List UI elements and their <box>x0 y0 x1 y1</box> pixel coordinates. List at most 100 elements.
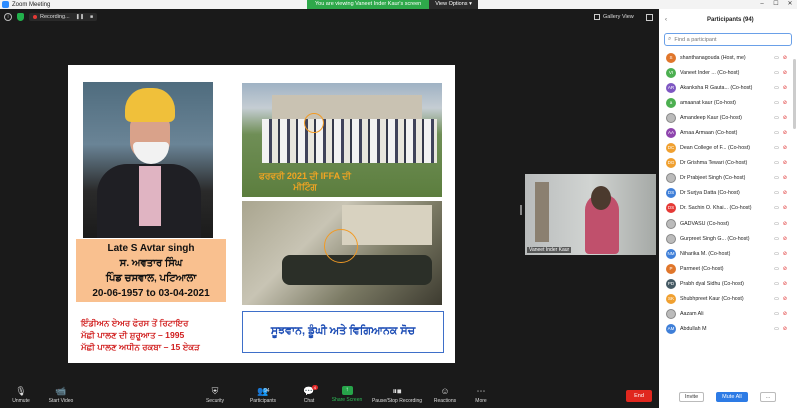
participant-row[interactable]: AA Arnaa Armaan (Co-host) ▭ ⊘ <box>659 125 797 140</box>
participants-panel: ‹ Participants (94) ⌕ Find a participant… <box>659 9 797 408</box>
participant-list: Sshanthanagouda (Host, me) ▭ ⊘ VI Vaneet Ind… <box>659 50 797 337</box>
window-title: Zoom Meeting <box>12 1 51 8</box>
participant-row[interactable]: Amandeep Kaur (Co-host) ▭ ⊘ <box>659 110 797 125</box>
participant-status-icons: ▭ ⊘ <box>774 145 797 151</box>
start-video-button[interactable]: 📹 Start Video <box>44 386 78 404</box>
village-name: ਪਿੰਡ ਚਸਵਾਲ, ਪਟਿਆਲਾ <box>105 273 197 284</box>
chat-button[interactable]: 💬 4 Chat <box>298 385 320 404</box>
zoom-window: Zoom Meeting – ☐ ✕ You are viewing Vanee… <box>0 0 797 408</box>
name-english: Late S Avtar singh <box>107 243 195 254</box>
participant-video-tile[interactable]: Vaneet Inder Kaur <box>525 174 656 255</box>
panel-more-button[interactable]: ... <box>759 392 777 402</box>
participant-row[interactable]: AR Akanksha R Gauta... (Co-host) ▭ ⊘ <box>659 80 797 95</box>
video-status-icon: ▭ <box>774 250 779 257</box>
participant-row[interactable]: Gurpreet Singh G... (Co-host) ▭ ⊘ <box>659 231 797 246</box>
pause-recording-icon[interactable]: ❚❚ <box>76 14 84 20</box>
recording-dot-icon <box>33 15 37 19</box>
participant-row[interactable]: GADVASU (Co-host) ▭ ⊘ <box>659 216 797 231</box>
avatar: AA <box>666 128 676 139</box>
more-button[interactable]: ⋯ More <box>470 386 492 404</box>
participant-name: Dr Grishma Tewari (Co-host) <box>680 160 748 167</box>
unmute-button[interactable]: 🎙 Unmute <box>6 386 36 404</box>
bio-lines: ਇੰਡੀਅਨ ਏਅਰ ਫੋਰਸ ਤੋਂ ਰਿਟਾਇਰ ਮੱਛੀ ਪਾਲਣ ਦੀ … <box>81 317 251 353</box>
video-off-icon: 📹 <box>55 386 67 396</box>
gallery-view-label: Gallery View <box>603 14 634 20</box>
video-status-icon: ▭ <box>774 130 779 137</box>
participant-row[interactable]: Dr Prabjeet Singh (Co-host) ▭ ⊘ <box>659 171 797 186</box>
video-status-icon: ▭ <box>774 145 779 152</box>
reactions-button[interactable]: ☺ Reactions <box>430 386 460 404</box>
participant-row[interactable]: NM Niharika M. (Co-host) ▭ ⊘ <box>659 246 797 261</box>
participant-status-icons: ▭ ⊘ <box>774 326 797 332</box>
security-button[interactable]: ⛨ Security <box>200 386 230 404</box>
video-status-icon: ▭ <box>774 160 779 167</box>
pause-stop-recording-button[interactable]: ⏸⏹ Pause/Stop Recording <box>368 386 426 404</box>
participant-name: Dean College of F... (Co-host) <box>680 145 751 152</box>
participant-search-input[interactable]: ⌕ Find a participant <box>664 33 792 46</box>
avatar <box>666 112 676 123</box>
pause-stop-icon: ⏸⏹ <box>392 386 402 396</box>
mic-muted-icon: ⊘ <box>782 160 787 167</box>
avatar <box>666 233 676 244</box>
participant-row[interactable]: DS Dr Surjya Datta (Co-host) ▭ ⊘ <box>659 186 797 201</box>
panel-splitter-handle[interactable] <box>520 205 522 215</box>
mic-muted-icon: ⊘ <box>782 130 787 137</box>
participant-name: amaanat kaur (Co-host) <box>680 99 736 106</box>
participant-name: Parmeet (Co-host) <box>680 265 724 272</box>
participant-row[interactable]: DS Dr. Sachin O. Khai... (Co-host) ▭ ⊘ <box>659 201 797 216</box>
search-icon: ⌕ <box>668 36 672 42</box>
end-meeting-button[interactable]: End <box>626 390 652 402</box>
participants-icon: 👥 <box>257 386 269 396</box>
share-screen-button[interactable]: ↑ Share Screen <box>330 386 364 403</box>
participant-row[interactable]: Aazam Ali ▭ ⊘ <box>659 307 797 322</box>
stop-recording-icon[interactable]: ■ <box>90 14 93 20</box>
participant-row[interactable]: PD Prabh dyal Sidhu (Co-host) ▭ ⊘ <box>659 276 797 291</box>
bio-line-2: ਮੱਛੀ ਪਾਲਣ ਦੀ ਸ਼ੁਰੂਆਤ – 1995 <box>81 330 185 340</box>
participant-status-icons: ▭ ⊘ <box>774 130 797 136</box>
participant-row[interactable]: VI Vaneet Inder ... (Co-host) ▭ ⊘ <box>659 65 797 80</box>
participant-row[interactable]: AM Abdullah M ▭ ⊘ <box>659 322 797 337</box>
gallery-view-button[interactable]: Gallery View <box>594 14 634 20</box>
viewing-banner: You are viewing Vaneet Inder Kaur's scre… <box>307 0 478 9</box>
microphone-muted-icon: 🎙 <box>15 386 27 396</box>
invite-button[interactable]: Invite <box>679 392 705 402</box>
video-status-icon: ▭ <box>774 84 779 91</box>
view-options-button[interactable]: View Options ▾ <box>429 0 478 9</box>
video-status-icon: ▭ <box>774 114 779 121</box>
encryption-shield-icon[interactable] <box>17 13 24 21</box>
mic-muted-icon: ⊘ <box>782 114 787 121</box>
mute-all-button[interactable]: Mute All <box>716 392 748 402</box>
participant-row[interactable]: P Parmeet (Co-host) ▭ ⊘ <box>659 261 797 276</box>
video-status-icon: ▭ <box>774 280 779 287</box>
mic-muted-icon: ⊘ <box>782 84 787 91</box>
participant-status-icons: ▭ ⊘ <box>774 221 797 227</box>
video-status-icon: ▭ <box>774 326 779 333</box>
participant-row[interactable]: DC Dean College of F... (Co-host) ▭ ⊘ <box>659 141 797 156</box>
participant-status-icons: ▭ ⊘ <box>774 236 797 242</box>
close-icon[interactable]: ✕ <box>783 0 797 9</box>
avatar: a <box>666 97 676 108</box>
collapse-chevron-icon[interactable]: ‹ <box>659 17 673 23</box>
participant-row[interactable]: SK Shubhpreet Kaur (Co-host) ▭ ⊘ <box>659 292 797 307</box>
minimize-icon[interactable]: – <box>755 0 769 9</box>
avatar: DS <box>666 188 676 199</box>
participant-row[interactable]: a amaanat kaur (Co-host) ▭ ⊘ <box>659 95 797 110</box>
mic-muted-icon: ⊘ <box>782 175 787 182</box>
participant-row[interactable]: Sshanthanagouda (Host, me) ▭ ⊘ <box>659 50 797 65</box>
participant-list-scrollbar[interactable] <box>793 59 796 129</box>
participant-row[interactable]: DG Dr Grishma Tewari (Co-host) ▭ ⊘ <box>659 156 797 171</box>
participants-button[interactable]: 👥 94 Participants <box>246 386 280 404</box>
fullscreen-icon[interactable] <box>646 14 653 21</box>
avatar: AM <box>666 324 676 335</box>
mic-muted-icon: ⊘ <box>782 205 787 212</box>
info-icon[interactable]: i <box>4 13 12 21</box>
mic-muted-icon: ⊘ <box>782 250 787 257</box>
security-shield-icon: ⛨ <box>211 386 219 396</box>
participant-name: Vaneet Inder ... (Co-host) <box>680 69 740 76</box>
meeting-toolbar: 🎙 Unmute 📹 Start Video ⛨ Security 👥 94 P… <box>0 384 659 408</box>
maximize-icon[interactable]: ☐ <box>769 0 783 9</box>
viewing-label: You are viewing Vaneet Inder Kaur's scre… <box>307 0 430 9</box>
participant-status-icons: ▭ ⊘ <box>774 281 797 287</box>
meeting-info-bar: i Recording... ❚❚ ■ <box>4 13 98 21</box>
avatar: P <box>666 263 676 274</box>
